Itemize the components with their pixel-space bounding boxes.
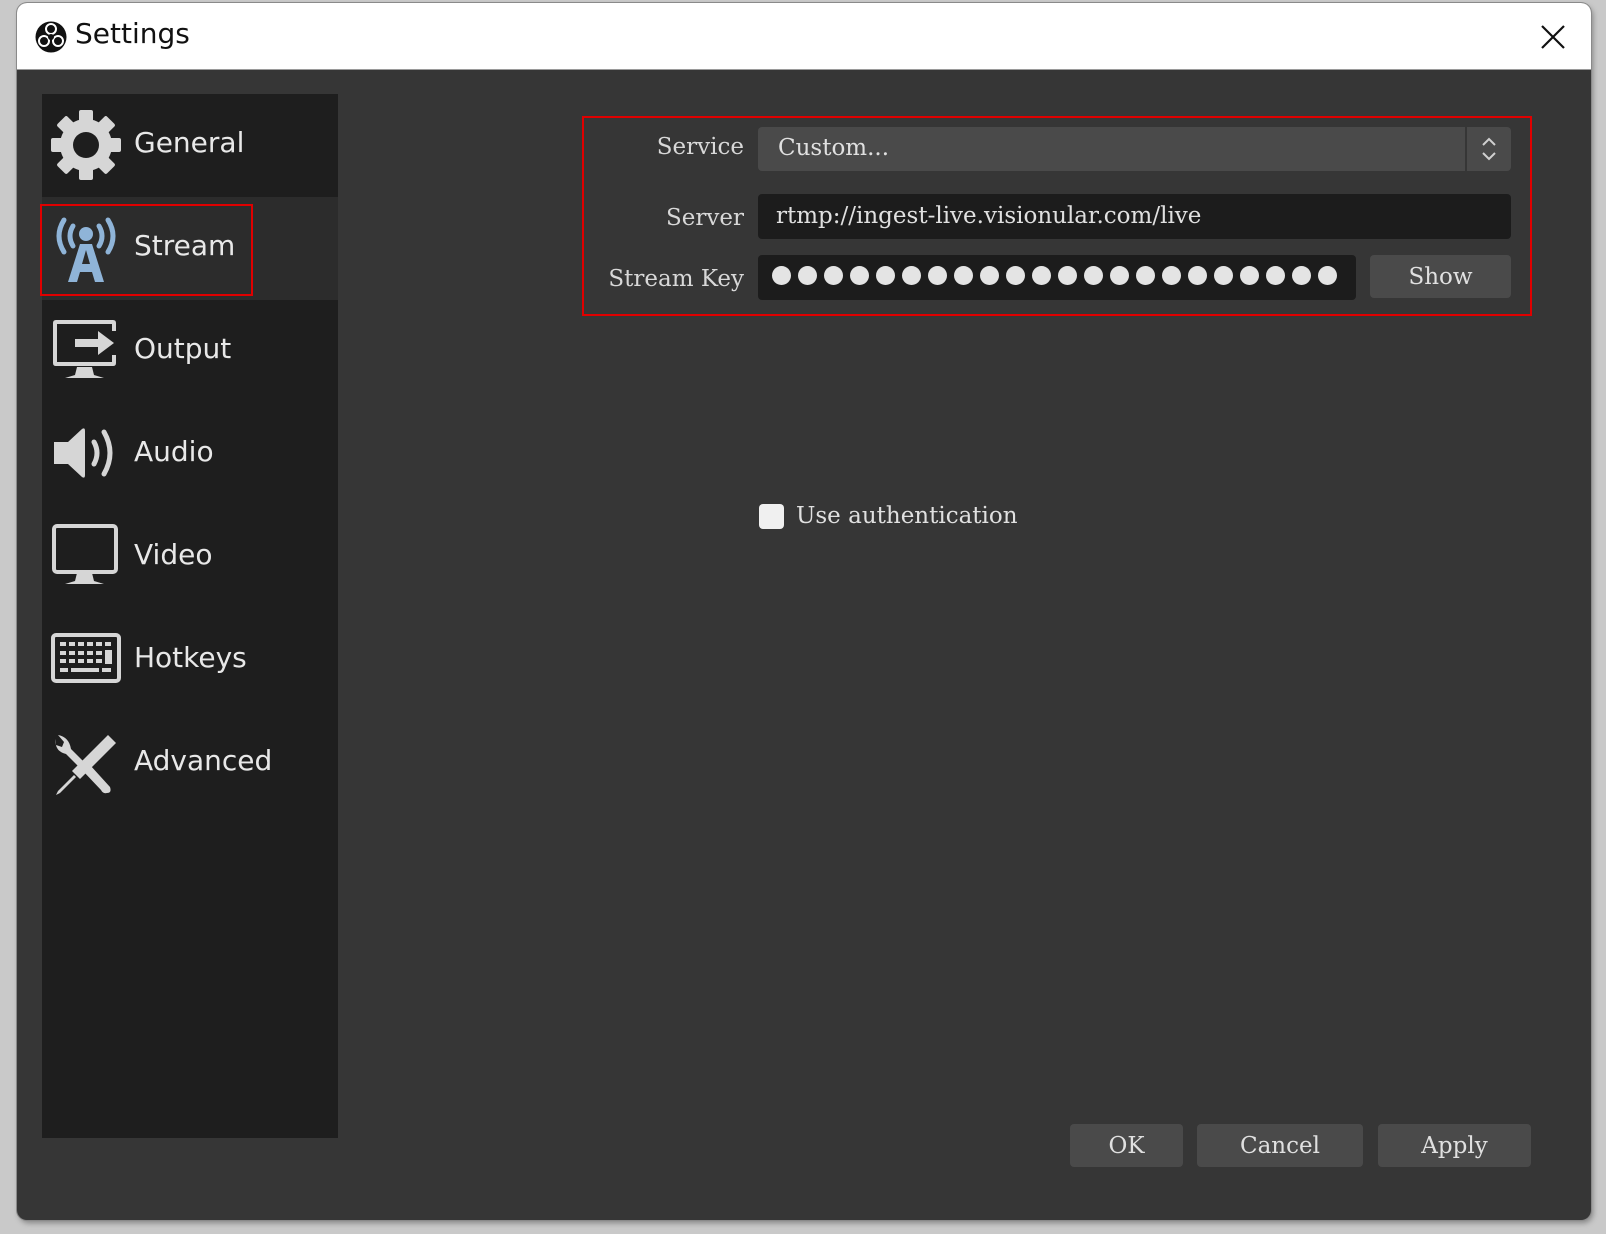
obs-logo-icon — [35, 21, 67, 53]
mask-dot — [980, 266, 999, 285]
service-label: Service — [656, 134, 744, 160]
stream-key-label: Stream Key — [608, 266, 744, 292]
service-value: Custom... — [778, 135, 890, 161]
sidebar-item-label: Audio — [134, 435, 214, 468]
select-divider — [1465, 127, 1467, 171]
sidebar-item-label: Video — [134, 538, 213, 571]
mask-dot — [1006, 266, 1025, 285]
title-bar: Settings — [17, 3, 1591, 70]
apply-button[interactable]: Apply — [1378, 1124, 1531, 1167]
sidebar-item-general[interactable]: General — [42, 94, 338, 197]
ok-button[interactable]: OK — [1070, 1124, 1183, 1167]
mask-dot — [954, 266, 973, 285]
use-authentication-checkbox[interactable] — [759, 504, 784, 529]
settings-sidebar: General Stream Output Audio Video Hotkey… — [42, 94, 338, 1138]
sidebar-item-label: Hotkeys — [134, 641, 247, 674]
mask-dot — [876, 266, 895, 285]
mask-dot — [928, 266, 947, 285]
monitor-icon — [52, 524, 118, 584]
mask-dot — [1110, 266, 1129, 285]
sidebar-item-hotkeys[interactable]: Hotkeys — [42, 609, 338, 712]
mask-dot — [1266, 266, 1285, 285]
cancel-button[interactable]: Cancel — [1197, 1124, 1363, 1167]
server-value: rtmp://ingest-live.visionular.com/live — [776, 203, 1202, 229]
stream-key-masked-value — [772, 266, 1337, 285]
sidebar-item-advanced[interactable]: Advanced — [42, 712, 338, 815]
broadcast-tower-icon — [56, 217, 116, 282]
sidebar-item-audio[interactable]: Audio — [42, 403, 338, 506]
mask-dot — [1188, 266, 1207, 285]
tools-icon — [55, 735, 116, 795]
sidebar-item-label: Output — [134, 332, 232, 365]
mask-dot — [772, 266, 791, 285]
mask-dot — [850, 266, 869, 285]
mask-dot — [1240, 266, 1259, 285]
sidebar-item-label: Advanced — [134, 744, 273, 777]
show-key-button[interactable]: Show — [1370, 255, 1511, 298]
mask-dot — [1162, 266, 1181, 285]
mask-dot — [1136, 266, 1155, 285]
sidebar-item-video[interactable]: Video — [42, 506, 338, 609]
mask-dot — [824, 266, 843, 285]
keyboard-icon — [51, 633, 121, 683]
close-icon[interactable] — [1533, 17, 1573, 57]
mask-dot — [1032, 266, 1051, 285]
use-authentication-label[interactable]: Use authentication — [796, 503, 1018, 529]
mask-dot — [1318, 266, 1337, 285]
window-title: Settings — [75, 17, 190, 50]
mask-dot — [1292, 266, 1311, 285]
mask-dot — [1084, 266, 1103, 285]
stream-key-input[interactable] — [758, 255, 1356, 300]
service-select[interactable]: Custom... — [758, 127, 1511, 171]
speaker-icon — [54, 428, 113, 478]
sidebar-item-stream[interactable]: Stream — [42, 197, 338, 300]
mask-dot — [1058, 266, 1077, 285]
sidebar-item-label: Stream — [134, 229, 236, 262]
mask-dot — [902, 266, 921, 285]
mask-dot — [798, 266, 817, 285]
mask-dot — [1214, 266, 1233, 285]
monitor-output-icon — [53, 320, 116, 378]
settings-window: Settings General Stream Output Audio Vid… — [17, 3, 1591, 1220]
server-input[interactable]: rtmp://ingest-live.visionular.com/live — [758, 194, 1511, 239]
sidebar-item-label: General — [134, 126, 245, 159]
chevron-up-down-icon — [1482, 137, 1496, 161]
gear-icon — [51, 110, 121, 180]
sidebar-item-output[interactable]: Output — [42, 300, 338, 403]
server-label: Server — [666, 205, 744, 231]
